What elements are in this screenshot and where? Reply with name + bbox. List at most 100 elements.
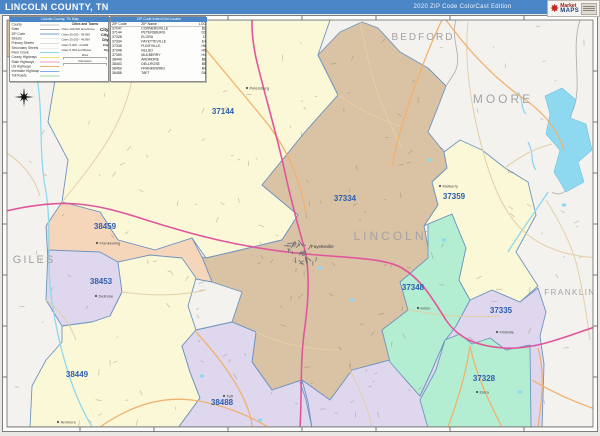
town-dot bbox=[95, 295, 97, 297]
legend-city-class: Cities 5,000 and Below City bbox=[62, 48, 109, 53]
legend-line-sample bbox=[40, 24, 60, 25]
town-label-ardmore: Ardmore bbox=[61, 420, 77, 425]
zip-label-38459: 38459 bbox=[94, 222, 117, 231]
town-dot bbox=[496, 331, 498, 333]
zip-table-row: 38488TAFTD6 bbox=[111, 71, 207, 75]
scale-bar-miles: Miles bbox=[62, 54, 109, 60]
city-sample-text: City bbox=[103, 44, 109, 47]
legend-item-toll-roads: Toll Roads bbox=[12, 74, 60, 79]
legend-line-sample bbox=[40, 75, 60, 76]
legend-item-label: Secondary Streets bbox=[12, 46, 40, 50]
county-label-giles: GILES bbox=[13, 254, 55, 266]
zip-name-cell: TAFT bbox=[140, 71, 191, 75]
pond bbox=[442, 238, 447, 241]
zip-label-37328: 37328 bbox=[473, 374, 496, 383]
scale-bar-line bbox=[64, 57, 107, 58]
pond bbox=[428, 158, 433, 161]
map-document: LINCOLN COUNTY, TN 2020 ZIP Code ColorCa… bbox=[0, 0, 600, 436]
terrain-mark bbox=[385, 137, 389, 138]
legend-item-label: Interstate Highways bbox=[12, 70, 40, 74]
zip-index-table: ZIP CodeZIP NameLOC 37047CORNERSVILLEB23… bbox=[111, 22, 207, 76]
pond bbox=[318, 266, 323, 269]
legend-item-label: County Highways bbox=[12, 56, 40, 60]
town-label-elora: Elora bbox=[480, 390, 490, 395]
logo-sold-box bbox=[581, 3, 597, 15]
legend-city-items: Cities and Towns Cities 100,000 and Abov… bbox=[60, 23, 109, 79]
map-title: LINCOLN COUNTY, TN bbox=[0, 2, 109, 12]
town-dot bbox=[439, 185, 441, 187]
city-class-label: Cities 25,000 - 49,999 bbox=[62, 39, 90, 42]
logo-star-icon: ✸ bbox=[550, 4, 559, 14]
county-label-bedford: BEDFORD bbox=[392, 32, 455, 43]
town-dot bbox=[223, 395, 225, 397]
county-label-franklin: FRANKLIN bbox=[544, 288, 596, 297]
zip-label-38453: 38453 bbox=[90, 277, 113, 286]
legend-box: Lincoln County, TN Map CountyStateZIP Co… bbox=[9, 16, 109, 82]
county-label-lincoln: LINCOLN bbox=[353, 229, 426, 243]
pond bbox=[562, 203, 567, 206]
town-label-kelso: Kelso bbox=[421, 306, 432, 311]
legend-item-label: ZIP Code bbox=[12, 32, 40, 36]
zip-label-37334: 37334 bbox=[334, 194, 357, 203]
town-label-petersburg: Petersburg bbox=[250, 86, 270, 91]
terrain-mark bbox=[505, 64, 506, 68]
logo-brand-bottom: MAPS bbox=[560, 8, 579, 14]
city-class-label: Cities 100,000 and Above bbox=[62, 28, 95, 31]
zip-label-38449: 38449 bbox=[66, 370, 89, 379]
legend-item-label: State Highways bbox=[12, 60, 40, 64]
city-sample-text: City bbox=[101, 33, 109, 38]
legend-line-sample bbox=[40, 43, 60, 44]
pond bbox=[200, 374, 205, 377]
legend-line-sample bbox=[40, 57, 60, 58]
town-dot bbox=[246, 87, 248, 89]
legend-line-sample bbox=[40, 34, 60, 35]
city-label-fayetteville: Fayetteville bbox=[311, 244, 334, 249]
town-label-mulberry: Mulberry bbox=[443, 184, 459, 189]
legend-line-sample bbox=[40, 66, 60, 67]
city-class-label: Cities 5,000 and Below bbox=[62, 49, 92, 52]
town-label-dellrose: Dellrose bbox=[99, 294, 114, 299]
zip-label-37144: 37144 bbox=[212, 107, 235, 116]
zip-label-37335: 37335 bbox=[490, 306, 513, 315]
legend-item-label: River Creek bbox=[12, 51, 40, 55]
town-dot bbox=[96, 242, 98, 244]
legend-line-sample bbox=[40, 48, 60, 49]
town-dot bbox=[57, 421, 59, 423]
terrain-mark bbox=[125, 400, 128, 401]
city-sample-text: City bbox=[100, 27, 109, 32]
edition-label: 2020 ZIP Code ColorCast Edition bbox=[380, 4, 545, 10]
pond bbox=[518, 390, 523, 393]
city-sample-text: City bbox=[104, 49, 109, 52]
publisher-logo: ✸ Market MAPS bbox=[547, 0, 600, 17]
pond bbox=[350, 298, 355, 301]
legend-item-label: Toll Roads bbox=[12, 74, 40, 78]
city-sample-text: City bbox=[102, 38, 109, 42]
legend-item-label: US Highways bbox=[12, 65, 40, 69]
zip-code-cell: 38488 bbox=[111, 71, 140, 75]
legend-item-label: Primary Streets bbox=[12, 42, 40, 46]
legend-line-items: CountyStateZIP CodeStreetsPrimary Street… bbox=[12, 23, 60, 79]
legend-line-sample bbox=[40, 52, 60, 53]
county-label-moore: MOORE bbox=[473, 92, 533, 106]
zip-label-37348: 37348 bbox=[402, 283, 425, 292]
zip-loc-cell: D6 bbox=[191, 71, 207, 75]
zip-index-box: ZIP Code Index/Grid Locator ZIP CodeZIP … bbox=[110, 16, 206, 82]
legend-item-label: County bbox=[12, 23, 40, 27]
town-dot bbox=[417, 307, 419, 309]
legend-item-label: State bbox=[12, 28, 40, 32]
terrain-mark bbox=[391, 265, 392, 268]
title-bar: LINCOLN COUNTY, TN 2020 ZIP Code ColorCa… bbox=[0, 0, 600, 14]
city-class-label: Cities 5,000 - 24,999 bbox=[62, 44, 89, 47]
terrain-mark bbox=[99, 370, 100, 376]
city-class-label: Cities 50,000 - 99,999 bbox=[62, 33, 90, 36]
terrain-mark bbox=[536, 26, 540, 27]
scale-bar-line bbox=[64, 63, 107, 64]
legend-item-label: Streets bbox=[12, 37, 40, 41]
town-dot bbox=[476, 391, 478, 393]
legend-line-sample bbox=[40, 71, 60, 72]
zip-label-37359: 37359 bbox=[443, 192, 466, 201]
legend-line-sample bbox=[40, 29, 60, 30]
zip-label-38488: 38488 bbox=[211, 398, 234, 407]
town-label-flintville: Flintville bbox=[500, 330, 515, 335]
legend-line-sample bbox=[40, 62, 60, 63]
